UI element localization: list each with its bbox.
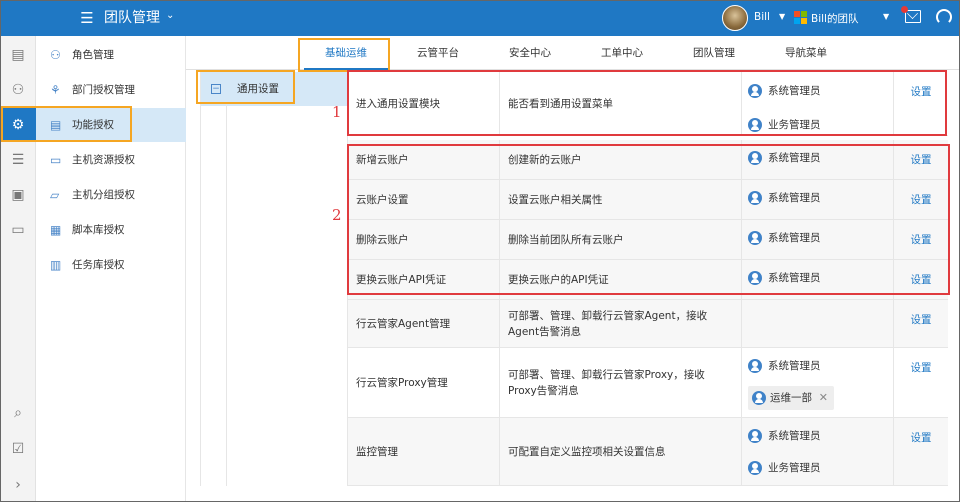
users-icon[interactable]: ⚇ bbox=[0, 73, 36, 107]
action-cell: 设置 bbox=[894, 300, 948, 347]
table-row: 监控管理 可配置自定义监控项相关设置信息 系统管理员 业务管理员 设置 bbox=[348, 418, 948, 486]
user-role-icon bbox=[748, 359, 762, 373]
annotation-number-2: 2 bbox=[332, 206, 342, 224]
permission-name: 监控管理 bbox=[348, 418, 500, 485]
table-row: 行云管家Proxy管理 可部署、管理、卸载行云管家Proxy，接收Proxy告警… bbox=[348, 348, 948, 418]
sidebar-item-label: 任务库授权 bbox=[72, 259, 125, 271]
sidebar-item-label: 脚本库授权 bbox=[72, 224, 125, 236]
clipboard-icon[interactable]: ▣ bbox=[0, 178, 36, 212]
highlight-box-1 bbox=[347, 70, 947, 136]
role-icon: ⚇ bbox=[50, 48, 61, 62]
tab-ticket-center[interactable]: 工单中心 bbox=[580, 36, 664, 70]
sidebar-item-label: 主机分组授权 bbox=[72, 189, 135, 201]
sidebar-item-host-auth[interactable]: ▭ 主机资源授权 bbox=[36, 143, 186, 177]
role-tag: 业务管理员 bbox=[748, 460, 821, 476]
folder-icon: ▱ bbox=[50, 188, 60, 202]
sidebar-item-label: 部门授权管理 bbox=[72, 84, 135, 96]
role-list: 系统管理员 业务管理员 bbox=[742, 418, 894, 485]
function-tree: − 通用设置 bbox=[200, 70, 348, 486]
highlight-tab bbox=[298, 38, 390, 72]
dept-chip-label: 运维一部 bbox=[770, 392, 812, 404]
set-link[interactable]: 设置 bbox=[911, 360, 932, 375]
org-tree-icon: ⚘ bbox=[50, 83, 61, 97]
expand-right-icon[interactable]: › bbox=[0, 468, 36, 502]
sidebar-item-label: 主机资源授权 bbox=[72, 154, 135, 166]
chevron-down-icon[interactable]: ▼ bbox=[779, 12, 785, 21]
tab-team-management[interactable]: 团队管理 bbox=[672, 36, 756, 70]
tab-security-center[interactable]: 安全中心 bbox=[488, 36, 572, 70]
close-icon[interactable]: ✕ bbox=[819, 386, 828, 410]
mail-icon[interactable] bbox=[905, 10, 921, 23]
dept-icon bbox=[752, 391, 766, 405]
role-tag: 系统管理员 bbox=[748, 358, 821, 374]
permission-desc: 可部署、管理、卸载行云管家Proxy，接收Proxy告警消息 bbox=[500, 348, 742, 417]
sidebar-item-script-auth[interactable]: ▦ 脚本库授权 bbox=[36, 213, 186, 247]
role-label: 系统管理员 bbox=[768, 430, 821, 442]
bookmark-icon[interactable]: ▭ bbox=[0, 213, 36, 247]
sidebar-item-hostgroup-auth[interactable]: ▱ 主机分组授权 bbox=[36, 178, 186, 212]
role-label: 业务管理员 bbox=[768, 462, 821, 474]
set-link[interactable]: 设置 bbox=[911, 430, 932, 445]
user-name[interactable]: Bill bbox=[754, 11, 770, 23]
avatar[interactable] bbox=[722, 5, 748, 31]
chevron-down-icon[interactable]: ▼ bbox=[883, 12, 889, 21]
table-row: 行云管家Agent管理 可部署、管理、卸载行云管家Agent，接收Agent告警… bbox=[348, 300, 948, 348]
chevron-down-icon[interactable]: ⌄ bbox=[166, 10, 174, 21]
sidebar-item-task-auth[interactable]: ▥ 任务库授权 bbox=[36, 248, 186, 282]
permission-desc: 可配置自定义监控项相关设置信息 bbox=[500, 418, 742, 485]
dept-chip: 运维一部 ✕ bbox=[748, 386, 834, 410]
search-icon[interactable]: ⌕ bbox=[0, 396, 36, 430]
sidebar-item-label: 角色管理 bbox=[72, 49, 114, 61]
task-icon: ▥ bbox=[50, 258, 62, 272]
notification-dot bbox=[901, 6, 908, 13]
role-list: 系统管理员 运维一部 ✕ bbox=[742, 348, 894, 417]
team-name[interactable]: Bill的团队 bbox=[811, 11, 858, 26]
menu-icon[interactable]: ☰ bbox=[78, 9, 96, 27]
role-list bbox=[742, 300, 894, 347]
annotation-number-1: 1 bbox=[332, 103, 342, 121]
monitor-icon: ▭ bbox=[50, 153, 62, 167]
tab-cloud-platform[interactable]: 云管平台 bbox=[396, 36, 480, 70]
top-bar: ☰ 团队管理 ⌄ Bill ▼ Bill的团队 ▼ bbox=[0, 0, 960, 36]
document-icon[interactable]: ▤ bbox=[0, 38, 36, 72]
tab-nav-menu[interactable]: 导航菜单 bbox=[764, 36, 848, 70]
highlight-sidebar bbox=[1, 106, 132, 142]
permission-desc: 可部署、管理、卸载行云管家Agent，接收Agent告警消息 bbox=[500, 300, 742, 347]
app-title[interactable]: 团队管理 bbox=[104, 9, 160, 27]
code-icon: ▦ bbox=[50, 223, 62, 237]
server-list-icon[interactable]: ☰ bbox=[0, 143, 36, 177]
ms-logo-icon bbox=[794, 11, 808, 25]
headset-icon[interactable] bbox=[936, 9, 952, 25]
highlight-box-2 bbox=[347, 144, 950, 295]
tree-divider bbox=[226, 104, 227, 486]
permission-name: 行云管家Proxy管理 bbox=[348, 348, 500, 417]
user-role-icon bbox=[748, 429, 762, 443]
action-cell: 设置 bbox=[894, 418, 948, 485]
user-role-icon bbox=[748, 461, 762, 475]
role-label: 系统管理员 bbox=[768, 360, 821, 372]
set-link[interactable]: 设置 bbox=[911, 312, 932, 327]
permission-name: 行云管家Agent管理 bbox=[348, 300, 500, 347]
action-cell: 设置 bbox=[894, 348, 948, 417]
sidebar-item-dept-auth[interactable]: ⚘ 部门授权管理 bbox=[36, 73, 186, 107]
sidebar-item-roles[interactable]: ⚇ 角色管理 bbox=[36, 38, 186, 72]
role-tag: 系统管理员 bbox=[748, 428, 821, 444]
task-check-icon[interactable]: ☑ bbox=[0, 432, 36, 466]
highlight-tree-node bbox=[196, 70, 295, 104]
